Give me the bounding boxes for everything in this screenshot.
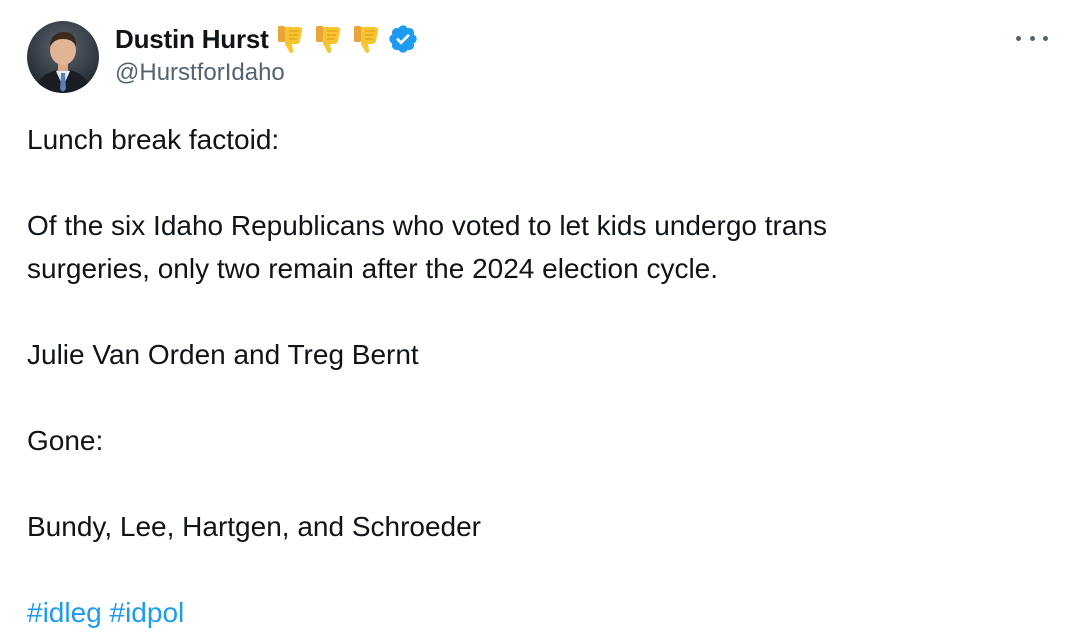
- thumbs-down-icon: [349, 22, 383, 56]
- name-row: Dustin Hurst: [115, 21, 419, 57]
- author-handle[interactable]: @HurstforIdaho: [115, 59, 419, 87]
- verified-badge-icon[interactable]: [387, 23, 419, 55]
- tweet-text: Lunch break factoid: Of the six Idaho Re…: [27, 118, 1047, 634]
- tweet-line-statement-2: surgeries, only two remain after the 202…: [27, 253, 719, 284]
- avatar-photo-icon: [27, 21, 99, 93]
- tweet-line-gone-names: Bundy, Lee, Hartgen, and Schroeder: [27, 511, 482, 542]
- author-names: Dustin Hurst @HurstforIdaho: [115, 21, 419, 87]
- tweet-line-gone-label: Gone:: [27, 425, 104, 456]
- tweet-header: Dustin Hurst @HurstforIdaho: [27, 21, 419, 93]
- tweet-line-statement-1: Of the six Idaho Republicans who voted t…: [27, 210, 828, 241]
- tweet-line-remaining: Julie Van Orden and Treg Bernt: [27, 339, 419, 370]
- hashtags: #idleg #idpol: [27, 591, 1047, 634]
- more-options-icon[interactable]: [1016, 28, 1048, 48]
- author-avatar[interactable]: [27, 21, 99, 93]
- author-display-name[interactable]: Dustin Hurst: [115, 24, 269, 55]
- tweet-card: Dustin Hurst @HurstforIdaho Lunch break …: [0, 0, 1082, 642]
- tweet-line-intro: Lunch break factoid:: [27, 124, 280, 155]
- thumbs-down-icon: [311, 22, 345, 56]
- thumbs-down-icon: [273, 22, 307, 56]
- hashtag-link[interactable]: #idpol: [110, 597, 185, 628]
- hashtag-link[interactable]: #idleg: [27, 597, 102, 628]
